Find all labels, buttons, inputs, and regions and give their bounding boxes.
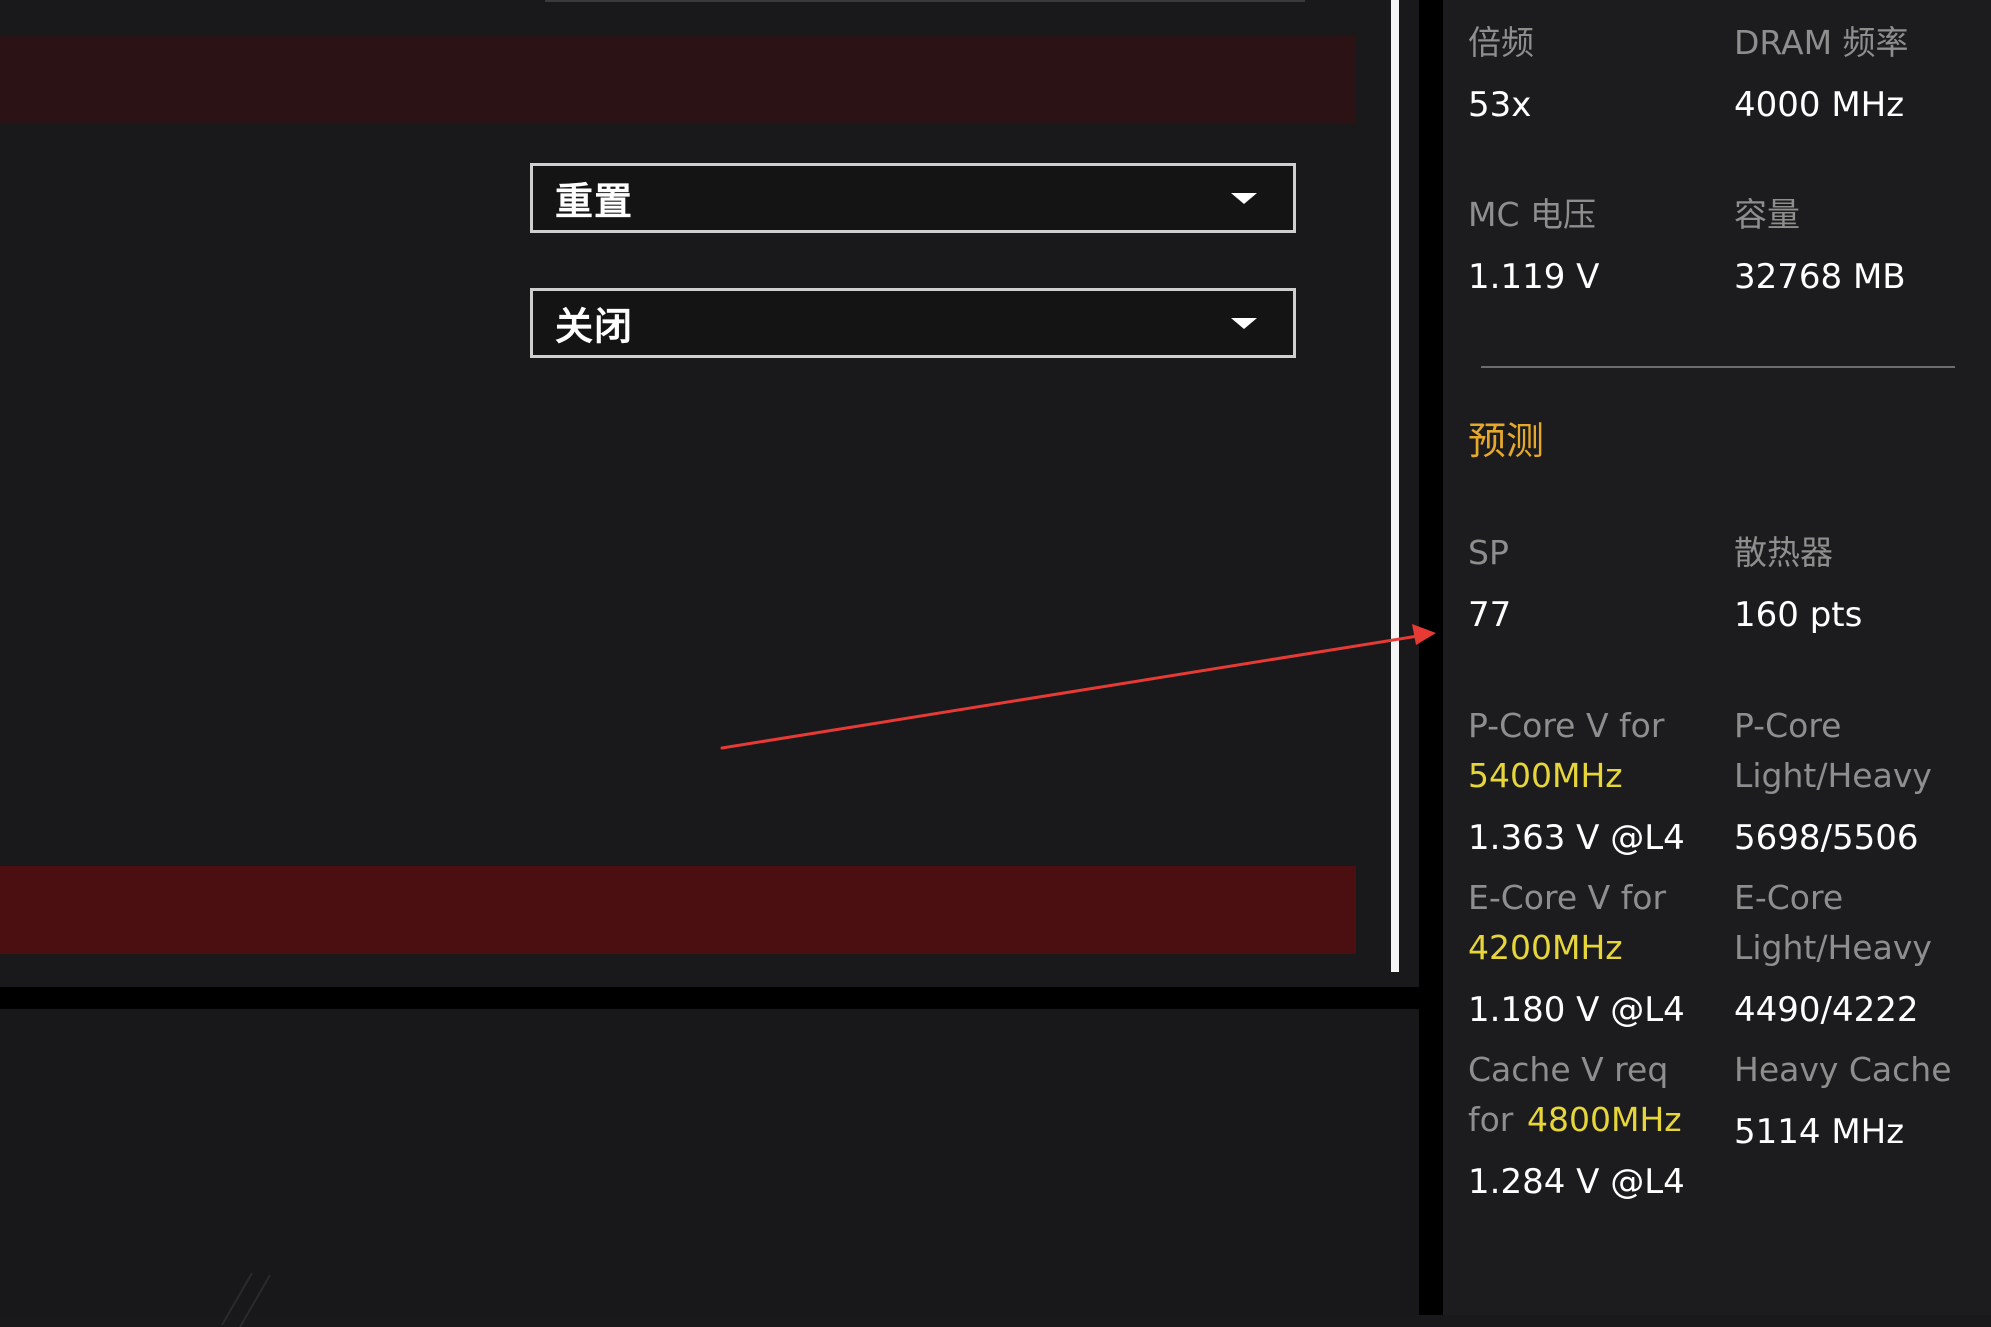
chevron-down-icon xyxy=(1231,318,1257,329)
ecore-lh-label-2: Light/Heavy xyxy=(1734,928,1932,967)
prediction-section-title: 预测 xyxy=(1468,419,1545,463)
pcore-voltage-freq: 5400MHz xyxy=(1468,756,1623,795)
help-area xyxy=(0,1009,1422,1327)
dropdown-value: 重置 xyxy=(555,179,634,224)
pcore-lh-value: 5698/5506 xyxy=(1734,818,1919,858)
divider xyxy=(1481,366,1955,368)
sidebar-divider xyxy=(1419,0,1443,1315)
sp-label: SP xyxy=(1468,533,1509,572)
chevron-down-icon xyxy=(1231,193,1257,204)
ecore-voltage-label: E-Core V for xyxy=(1468,878,1667,917)
mc-voltage-value: 1.119 V xyxy=(1468,257,1600,297)
dropdown-value: 关闭 xyxy=(555,304,634,349)
cache-voltage-for: for xyxy=(1468,1100,1514,1139)
scrollbar[interactable] xyxy=(1391,0,1399,972)
ecore-voltage-freq: 4200MHz xyxy=(1468,928,1623,967)
dram-frequency-label: DRAM 频率 xyxy=(1734,23,1909,62)
cooler-value: 160 pts xyxy=(1734,595,1863,635)
dram-frequency-value: 4000 MHz xyxy=(1734,85,1905,125)
heavy-cache-label: Heavy Cache xyxy=(1734,1050,1952,1089)
mc-voltage-label: MC 电压 xyxy=(1468,195,1597,234)
section-header-band xyxy=(0,36,1356,124)
cache-voltage-freq: 4800MHz xyxy=(1527,1100,1682,1139)
decorative-line xyxy=(221,1272,253,1326)
settings-panel: 重置 关闭 xyxy=(0,0,1419,987)
top-edge-line xyxy=(545,0,1305,2)
ecore-lh-label: E-Core xyxy=(1734,878,1844,917)
cache-voltage-label: Cache V req xyxy=(1468,1050,1669,1089)
multiplier-label: 倍频 xyxy=(1468,23,1534,62)
pcore-voltage-value: 1.363 V @L4 xyxy=(1468,818,1685,858)
cache-voltage-value: 1.284 V @L4 xyxy=(1468,1162,1685,1202)
pcore-voltage-label: P-Core V for xyxy=(1468,706,1665,745)
panel-separator xyxy=(0,987,1422,1009)
sp-value: 77 xyxy=(1468,595,1512,635)
off-dropdown[interactable]: 关闭 xyxy=(530,288,1296,358)
multiplier-value: 53x xyxy=(1468,85,1532,125)
heavy-cache-value: 5114 MHz xyxy=(1734,1112,1905,1152)
ecore-voltage-value: 1.180 V @L4 xyxy=(1468,990,1685,1030)
pcore-lh-label-2: Light/Heavy xyxy=(1734,756,1932,795)
capacity-label: 容量 xyxy=(1734,195,1800,234)
reset-dropdown[interactable]: 重置 xyxy=(530,163,1296,233)
capacity-value: 32768 MB xyxy=(1734,257,1906,297)
pcore-lh-label: P-Core xyxy=(1734,706,1842,745)
selected-row-highlight[interactable] xyxy=(0,866,1356,954)
cooler-label: 散热器 xyxy=(1734,533,1833,572)
ecore-lh-value: 4490/4222 xyxy=(1734,990,1919,1030)
